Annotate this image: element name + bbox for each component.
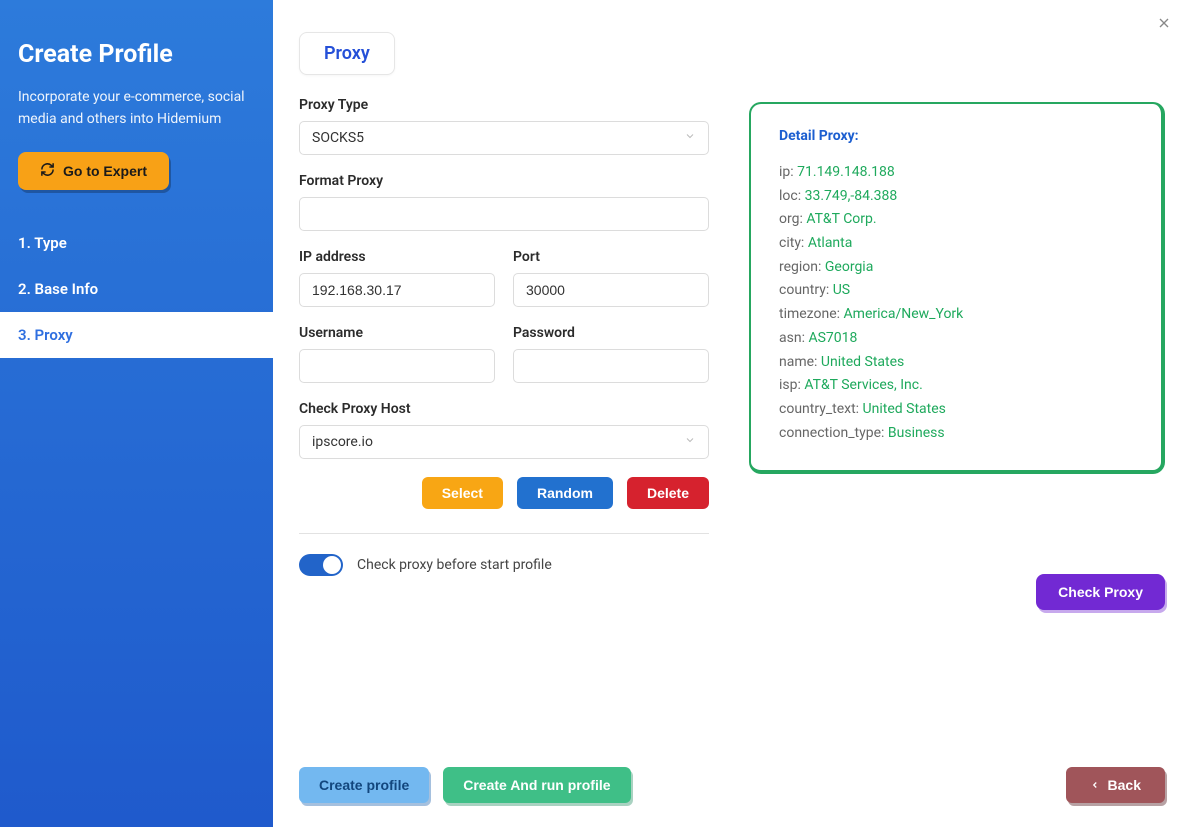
nav-item-type[interactable]: 1. Type bbox=[0, 220, 273, 266]
format-proxy-label: Format Proxy bbox=[299, 173, 709, 189]
port-input[interactable] bbox=[513, 273, 709, 307]
check-host-select[interactable]: ipscore.io bbox=[299, 425, 709, 459]
back-label: Back bbox=[1108, 777, 1141, 793]
create-profile-button[interactable]: Create profile bbox=[299, 767, 429, 803]
detail-row: city: Atlanta bbox=[779, 233, 1133, 255]
detail-row: region: Georgia bbox=[779, 257, 1133, 279]
check-proxy-toggle-label: Check proxy before start profile bbox=[357, 557, 552, 573]
detail-row: org: AT&T Corp. bbox=[779, 209, 1133, 231]
password-label: Password bbox=[513, 325, 709, 341]
close-button[interactable] bbox=[1153, 14, 1175, 36]
detail-key: connection_type: bbox=[779, 425, 888, 441]
close-icon bbox=[1156, 15, 1172, 35]
detail-value: America/New_York bbox=[844, 306, 964, 322]
detail-value: AT&T Corp. bbox=[806, 211, 876, 227]
format-proxy-input[interactable] bbox=[299, 197, 709, 231]
go-to-expert-label: Go to Expert bbox=[63, 163, 147, 179]
detail-row: ip: 71.149.148.188 bbox=[779, 162, 1133, 184]
detail-value: US bbox=[833, 282, 850, 298]
toggle-knob bbox=[323, 556, 341, 574]
sidebar-title: Create Profile bbox=[18, 40, 255, 69]
detail-key: org: bbox=[779, 211, 806, 227]
check-proxy-toggle[interactable] bbox=[299, 554, 343, 576]
detail-key: country: bbox=[779, 282, 833, 298]
detail-value: 33.749,-84.388 bbox=[805, 188, 898, 204]
detail-key: name: bbox=[779, 354, 821, 370]
detail-key: region: bbox=[779, 259, 825, 275]
detail-row: loc: 33.749,-84.388 bbox=[779, 186, 1133, 208]
detail-row: country: US bbox=[779, 280, 1133, 302]
detail-row: connection_type: Business bbox=[779, 423, 1133, 445]
detail-value: AS7018 bbox=[808, 330, 857, 346]
detail-key: isp: bbox=[779, 377, 804, 393]
detail-row: isp: AT&T Services, Inc. bbox=[779, 375, 1133, 397]
check-proxy-button[interactable]: Check Proxy bbox=[1036, 574, 1165, 610]
check-host-value: ipscore.io bbox=[312, 434, 373, 450]
username-input[interactable] bbox=[299, 349, 495, 383]
chevron-left-icon bbox=[1090, 777, 1100, 793]
detail-key: city: bbox=[779, 235, 808, 251]
ip-label: IP address bbox=[299, 249, 495, 265]
detail-key: loc: bbox=[779, 188, 805, 204]
detail-value: Atlanta bbox=[808, 235, 853, 251]
form-column: Proxy Proxy Type SOCKS5 Format Proxy IP … bbox=[299, 32, 709, 809]
detail-key: timezone: bbox=[779, 306, 844, 322]
chevron-down-icon bbox=[684, 130, 696, 146]
detail-value: Georgia bbox=[825, 259, 873, 275]
detail-row: timezone: America/New_York bbox=[779, 304, 1133, 326]
nav-item-proxy[interactable]: 3. Proxy bbox=[0, 312, 273, 358]
detail-value: AT&T Services, Inc. bbox=[804, 377, 922, 393]
footer: Create profile Create And run profile Ba… bbox=[299, 767, 1165, 803]
detail-key: ip: bbox=[779, 164, 797, 180]
detail-proxy-title: Detail Proxy: bbox=[779, 128, 1133, 144]
detail-proxy-card: Detail Proxy: ip: 71.149.148.188loc: 33.… bbox=[749, 102, 1165, 474]
detail-value: Business bbox=[888, 425, 945, 441]
chevron-down-icon bbox=[684, 434, 696, 450]
select-button[interactable]: Select bbox=[422, 477, 503, 509]
detail-row: country_text: United States bbox=[779, 399, 1133, 421]
sidebar: Create Profile Incorporate your e-commer… bbox=[0, 0, 273, 827]
detail-key: asn: bbox=[779, 330, 808, 346]
divider bbox=[299, 533, 709, 534]
create-and-run-button[interactable]: Create And run profile bbox=[443, 767, 630, 803]
detail-rows: ip: 71.149.148.188loc: 33.749,-84.388org… bbox=[779, 162, 1133, 444]
password-input[interactable] bbox=[513, 349, 709, 383]
detail-value: United States bbox=[863, 401, 946, 417]
go-to-expert-button[interactable]: Go to Expert bbox=[18, 152, 169, 190]
detail-value: 71.149.148.188 bbox=[797, 164, 895, 180]
random-button[interactable]: Random bbox=[517, 477, 613, 509]
detail-row: asn: AS7018 bbox=[779, 328, 1133, 350]
sidebar-description: Incorporate your e-commerce, social medi… bbox=[18, 87, 255, 130]
nav-item-base-info[interactable]: 2. Base Info bbox=[0, 266, 273, 312]
proxy-type-value: SOCKS5 bbox=[312, 130, 364, 146]
detail-value: United States bbox=[821, 354, 904, 370]
port-label: Port bbox=[513, 249, 709, 265]
proxy-tab[interactable]: Proxy bbox=[299, 32, 395, 75]
username-label: Username bbox=[299, 325, 495, 341]
delete-button[interactable]: Delete bbox=[627, 477, 709, 509]
ip-input[interactable] bbox=[299, 273, 495, 307]
proxy-type-select[interactable]: SOCKS5 bbox=[299, 121, 709, 155]
detail-column: Detail Proxy: ip: 71.149.148.188loc: 33.… bbox=[749, 102, 1165, 809]
check-host-label: Check Proxy Host bbox=[299, 401, 709, 417]
detail-key: country_text: bbox=[779, 401, 863, 417]
detail-row: name: United States bbox=[779, 352, 1133, 374]
back-button[interactable]: Back bbox=[1066, 767, 1165, 803]
proxy-type-label: Proxy Type bbox=[299, 97, 709, 113]
refresh-icon bbox=[40, 162, 55, 180]
main-content: Proxy Proxy Type SOCKS5 Format Proxy IP … bbox=[273, 0, 1193, 827]
